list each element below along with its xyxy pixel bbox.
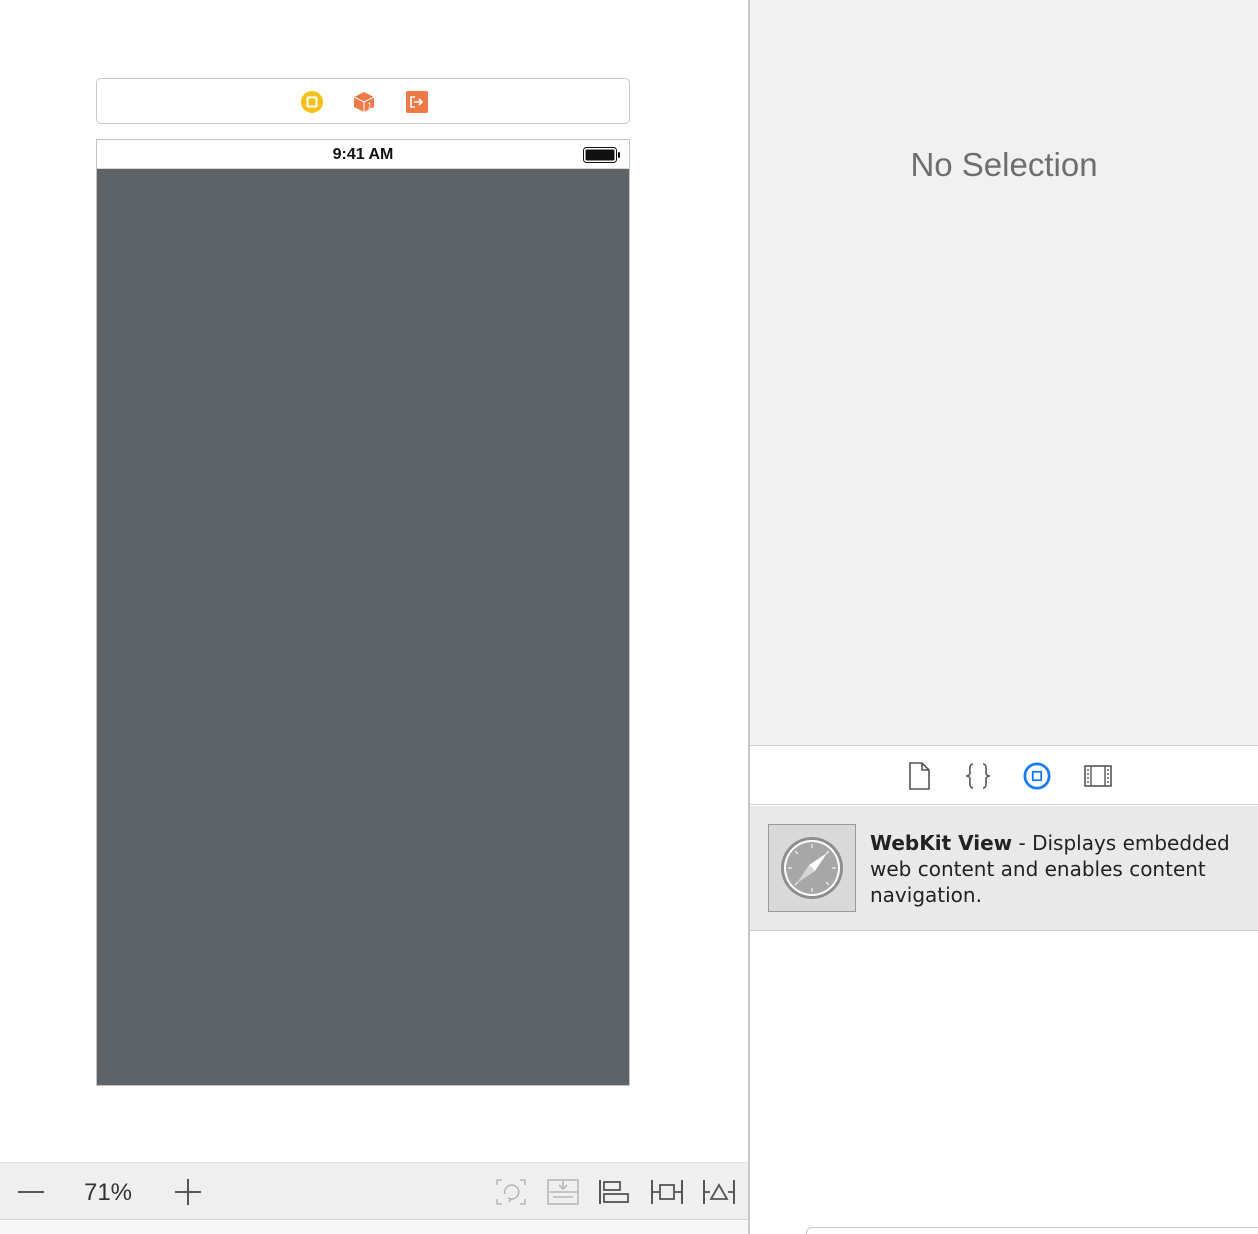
status-time: 9:41 AM [332, 146, 394, 163]
zoom-out-icon[interactable] [14, 1178, 48, 1206]
svg-text:1: 1 [368, 102, 373, 111]
exit-icon[interactable] [405, 91, 429, 113]
scene-dock: 1 [96, 78, 630, 124]
safari-compass-icon [768, 824, 856, 912]
inspector-pane: No Selection [750, 0, 1258, 746]
resolve-issues-icon[interactable] [701, 1178, 737, 1206]
object-library-icon[interactable] [1023, 762, 1051, 790]
no-selection-label: No Selection [910, 146, 1098, 183]
library-tab-bar [750, 747, 1258, 805]
main-view[interactable] [97, 169, 629, 1085]
library-item-webkit-view[interactable]: WebKit View - Displays embedded web cont… [750, 806, 1258, 931]
media-library-icon[interactable] [1084, 762, 1112, 790]
add-constraints-icon[interactable] [649, 1178, 685, 1206]
align-icon[interactable] [597, 1178, 631, 1206]
storyboard-canvas[interactable]: 1 9:41 AM 71% [0, 0, 748, 1234]
canvas-toolbar: 71% [0, 1162, 748, 1220]
zoom-level[interactable]: 71% [70, 1179, 146, 1207]
canvas-bottom-strip [0, 1221, 748, 1234]
file-template-icon[interactable] [905, 762, 933, 790]
view-controller-icon[interactable] [300, 91, 324, 113]
library-filter-field[interactable] [806, 1227, 1258, 1234]
update-frames-icon[interactable] [494, 1178, 528, 1206]
first-responder-icon[interactable]: 1 [352, 91, 376, 113]
library-item-title: WebKit View [870, 831, 1013, 855]
status-bar: 9:41 AM [97, 140, 629, 169]
zoom-in-icon[interactable] [170, 1178, 206, 1206]
iphone-scene[interactable]: 9:41 AM [96, 139, 630, 1086]
library-list-area [750, 932, 1258, 1234]
battery-icon [583, 147, 621, 163]
code-snippet-icon[interactable] [964, 762, 992, 790]
embed-in-stack-icon[interactable] [546, 1178, 580, 1206]
library-item-description: WebKit View - Displays embedded web cont… [870, 830, 1242, 908]
